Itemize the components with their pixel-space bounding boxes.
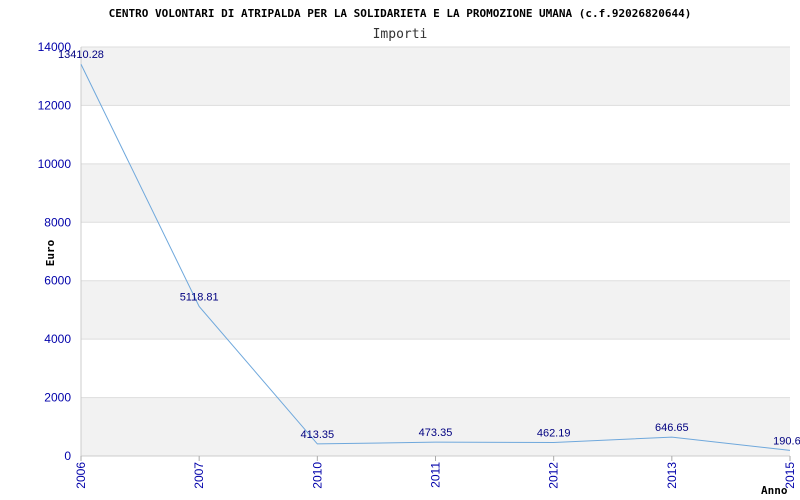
y-axis-label: Euro <box>44 239 57 266</box>
series-line <box>80 64 791 451</box>
data-label: 646.65 <box>655 422 689 434</box>
x-tick-label: 2010 <box>310 462 324 489</box>
data-label: 190.64 <box>773 435 800 447</box>
x-tick-label: 2011 <box>429 462 443 488</box>
gridlines <box>81 46 790 457</box>
y-tick-label: 2000 <box>44 391 71 405</box>
x-tick-label: 2012 <box>547 462 561 489</box>
x-tick-label: 2006 <box>74 462 88 489</box>
grid-bands <box>81 47 790 456</box>
data-label: 13410.28 <box>58 49 104 61</box>
y-tick-label: 6000 <box>44 274 71 288</box>
y-tick-label: 12000 <box>38 98 72 112</box>
chart-title: CENTRO VOLONTARI DI ATRIPALDA PER LA SOL… <box>109 7 692 20</box>
y-tick-label: 4000 <box>44 332 71 346</box>
data-label: 473.35 <box>419 427 453 439</box>
grid-band <box>81 163 790 223</box>
x-tick-label: 2007 <box>192 462 206 489</box>
y-tick-label: 8000 <box>44 215 71 229</box>
chart-subtitle: Importi <box>373 27 428 42</box>
grid-band <box>81 47 790 106</box>
data-label: 462.19 <box>537 427 571 439</box>
y-tick-label: 0 <box>64 449 71 463</box>
x-axis-label: Anno <box>761 484 788 497</box>
data-label: 413.35 <box>301 429 335 441</box>
y-tick-label: 10000 <box>38 157 72 171</box>
x-tick-label: 2013 <box>665 462 679 489</box>
line-chart: CENTRO VOLONTARI DI ATRIPALDA PER LA SOL… <box>38 7 800 497</box>
data-labels: 13410.28 5118.81 413.35 473.35 462.19 646.65 1… <box>58 49 800 447</box>
data-label: 5118.81 <box>180 291 219 303</box>
grid-band <box>81 280 790 340</box>
x-tick-labels: 2006 2007 2010 2011 2012 2013 2015 <box>74 456 797 489</box>
